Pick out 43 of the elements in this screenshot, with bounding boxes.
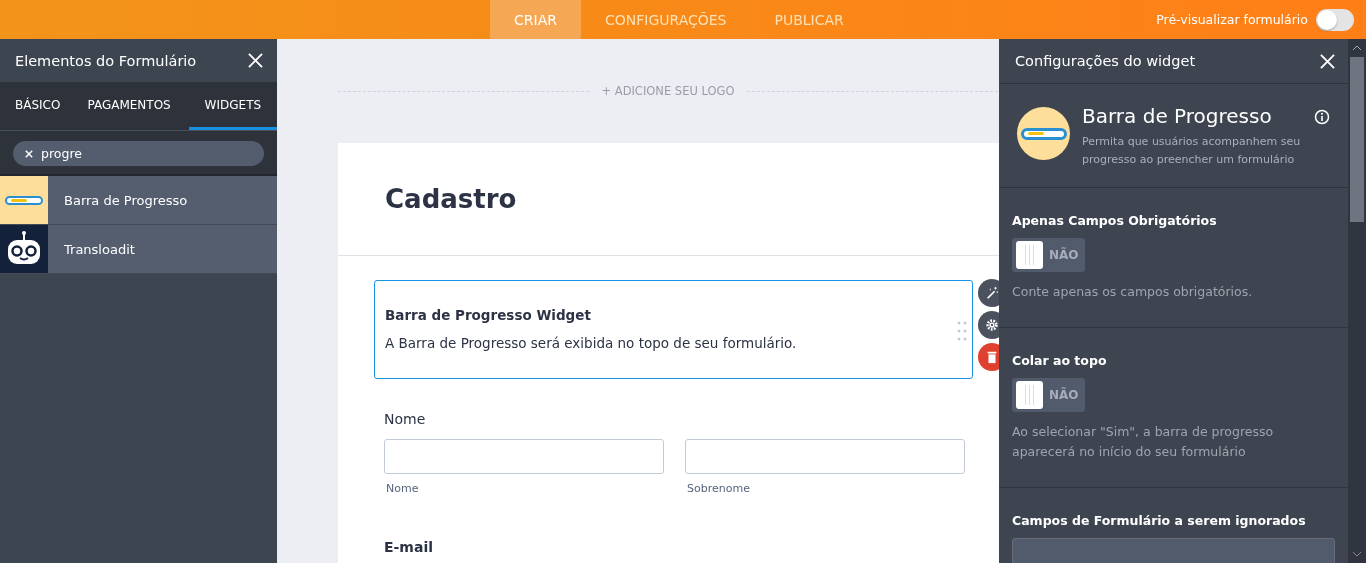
drag-handle-icon[interactable] xyxy=(957,321,967,341)
setting-hint: Conte apenas os campos obrigatórios. xyxy=(1012,283,1254,301)
widget-description: Permita que usuários acompanhem seu progresso ao preencher um formulário xyxy=(1082,134,1302,168)
trash-icon xyxy=(985,350,999,364)
form-title: Cadastro xyxy=(385,184,517,214)
search-field[interactable]: progre xyxy=(13,141,264,166)
category-tab[interactable]: BÁSICO xyxy=(0,82,76,130)
widget-name: Barra de Progresso xyxy=(1082,104,1273,128)
field-label: E-mail xyxy=(384,539,434,555)
scroll-down-icon[interactable] xyxy=(1352,551,1362,557)
preview-toggle[interactable] xyxy=(1316,8,1354,31)
gear-icon xyxy=(985,318,999,332)
progress-bar-icon xyxy=(1017,107,1070,160)
widget-list-item[interactable]: Barra de Progresso xyxy=(0,176,277,225)
setting-label: Apenas Campos Obrigatórios xyxy=(1012,213,1218,228)
info-icon[interactable] xyxy=(1314,109,1330,125)
scrollbar[interactable] xyxy=(1348,39,1366,563)
magic-wand-button[interactable] xyxy=(978,279,999,307)
scroll-up-icon[interactable] xyxy=(1352,45,1362,51)
widget-description: A Barra de Progresso será exibida no topo de seu formulário. xyxy=(385,335,798,351)
progress-bar-icon xyxy=(0,176,48,224)
category-tab[interactable]: PAGAMENTOS xyxy=(75,82,189,130)
field-sublabel: Sobrenome xyxy=(686,482,751,495)
panel-title: Elementos do Formulário xyxy=(15,52,197,69)
panel-title: Configurações do widget xyxy=(1015,53,1196,69)
widget-title: Barra de Progresso Widget xyxy=(385,307,592,323)
setting-label: Colar ao topo xyxy=(1012,353,1108,368)
settings-button[interactable] xyxy=(978,311,999,339)
widget-list-item[interactable]: Transloadit xyxy=(0,225,277,274)
field-label: Nome xyxy=(384,411,427,427)
robot-icon xyxy=(0,225,48,273)
setting-label: Campos de Formulário a serem ignorados xyxy=(1012,513,1307,528)
delete-button[interactable] xyxy=(978,343,999,371)
preview-label: Pré-visualizar formulário xyxy=(1156,12,1308,27)
setting-hint: Ao selecionar "Sim", a barra de progresso aparecerá no início do seu formulário xyxy=(1012,423,1275,461)
magic-wand-icon xyxy=(985,286,999,300)
text-input[interactable] xyxy=(384,439,664,474)
close-icon[interactable] xyxy=(248,53,263,68)
close-icon[interactable] xyxy=(1320,53,1335,69)
field-sublabel: Nome xyxy=(385,482,420,495)
scroll-thumb[interactable] xyxy=(1350,57,1364,222)
clear-icon[interactable] xyxy=(25,150,33,158)
text-input[interactable] xyxy=(685,439,965,474)
